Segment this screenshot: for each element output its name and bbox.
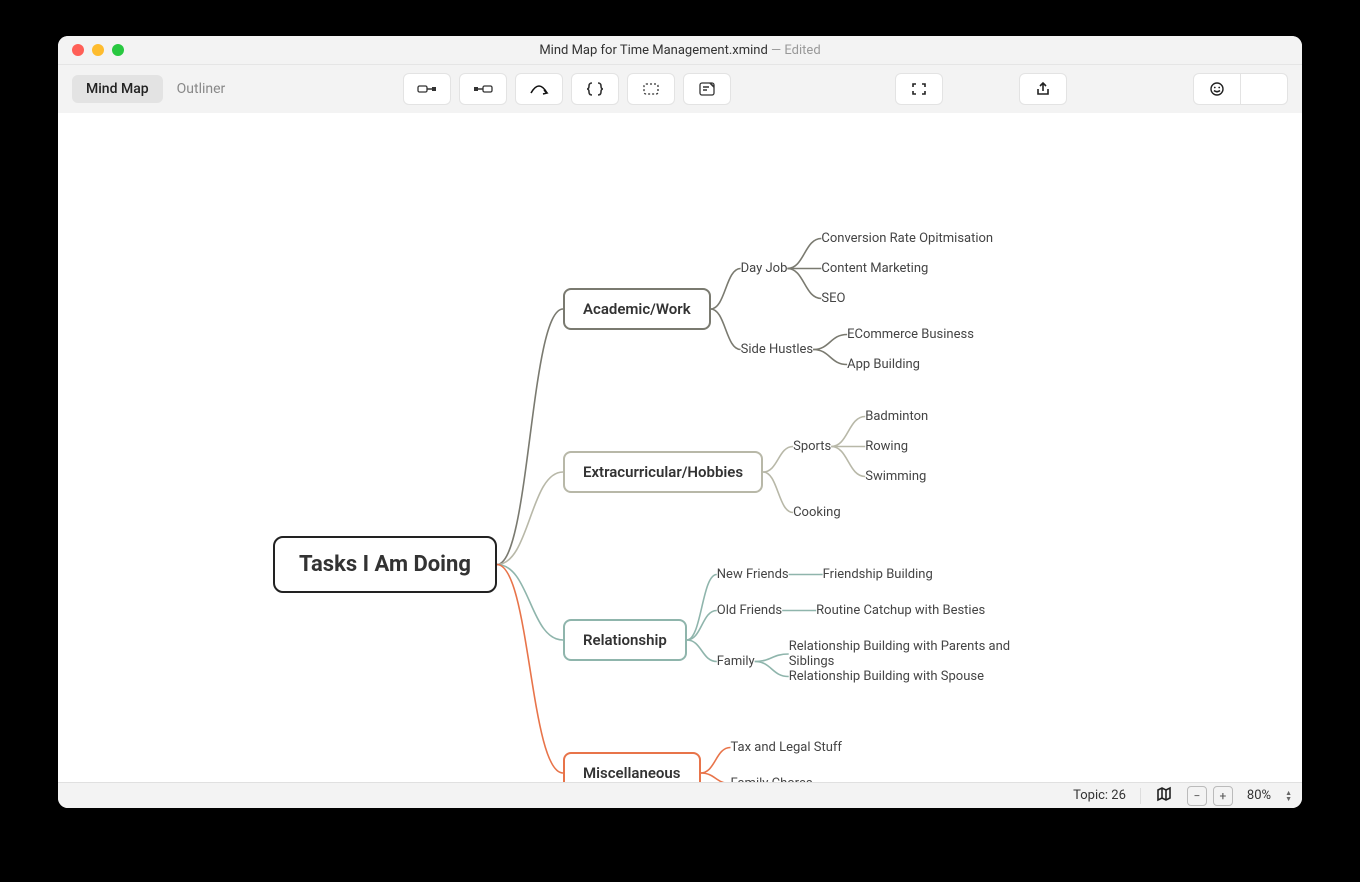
window-zoom-button[interactable]: [112, 44, 124, 56]
toolbar-center-group: [403, 73, 731, 105]
branch-b4[interactable]: Miscellaneous: [563, 752, 701, 783]
subtopic[interactable]: Sports: [793, 439, 831, 454]
subtopic[interactable]: Old Friends: [717, 603, 782, 618]
share-button[interactable]: [1019, 73, 1067, 105]
view-mode-tabs: Mind Map Outliner: [72, 75, 239, 103]
leaf-topic[interactable]: Badminton: [865, 409, 928, 424]
topic-count-label: Topic: 26: [1073, 788, 1126, 803]
window-minimize-button[interactable]: [92, 44, 104, 56]
leaf-topic[interactable]: SEO: [821, 291, 845, 306]
tab-outliner[interactable]: Outliner: [163, 75, 240, 103]
share-icon: [1034, 81, 1052, 97]
leaf-topic[interactable]: App Building: [847, 357, 920, 372]
note-button[interactable]: [683, 73, 731, 105]
smiley-icon: [1208, 81, 1226, 97]
subtopic[interactable]: Cooking: [793, 505, 841, 520]
subtopic[interactable]: Tax and Legal Stuff: [731, 740, 842, 755]
leaf-topic[interactable]: Content Marketing: [821, 261, 928, 276]
map-icon: [1155, 786, 1173, 802]
relationship-button[interactable]: [515, 73, 563, 105]
app-window: Mind Map for Time Management.xmind — Edi…: [58, 36, 1302, 808]
leaf-topic[interactable]: ECommerce Business: [847, 327, 974, 342]
window-edited-indicator: — Edited: [768, 43, 821, 58]
relationship-icon: [528, 81, 550, 97]
leaf-topic[interactable]: Rowing: [865, 439, 908, 454]
zoom-level-label: 80%: [1247, 788, 1271, 803]
zoom-in-button[interactable]: +: [1213, 786, 1233, 806]
window-title: Mind Map for Time Management.xmind — Edi…: [58, 43, 1302, 58]
status-bar: Topic: 26 − + 80% ▲▼: [58, 782, 1302, 808]
summary-button[interactable]: [571, 73, 619, 105]
boundary-button[interactable]: [627, 73, 675, 105]
format-icon: [1255, 81, 1273, 97]
tab-mind-map[interactable]: Mind Map: [72, 75, 163, 103]
mindmap-canvas[interactable]: Tasks I Am Doing Academic/Work Extracurric…: [58, 113, 1302, 783]
boundary-icon: [641, 81, 661, 97]
subtopic[interactable]: Side Hustles: [741, 342, 814, 357]
leaf-topic[interactable]: Swimming: [865, 469, 926, 484]
toolbar: Mind Map Outliner: [58, 65, 1302, 114]
subtopic[interactable]: Family: [717, 654, 755, 669]
add-subtopic-button[interactable]: [459, 73, 507, 105]
subtopic[interactable]: New Friends: [717, 567, 789, 582]
note-icon: [698, 81, 716, 97]
summary-icon: [585, 81, 605, 97]
leaf-topic[interactable]: Relationship Building with Parents and S…: [789, 639, 1019, 669]
leaf-topic[interactable]: Conversion Rate Opitmisation: [821, 231, 993, 246]
zoom-out-button[interactable]: −: [1187, 786, 1207, 806]
branch-b2[interactable]: Extracurricular/Hobbies: [563, 451, 763, 493]
subtopic[interactable]: Day Job: [741, 261, 788, 276]
zen-mode-button[interactable]: [895, 73, 943, 105]
window-close-button[interactable]: [72, 44, 84, 56]
add-subtopic-icon: [473, 81, 493, 97]
window-filename: Mind Map for Time Management.xmind: [539, 43, 767, 58]
branch-b1[interactable]: Academic/Work: [563, 288, 711, 330]
leaf-topic[interactable]: Friendship Building: [823, 567, 933, 582]
add-topic-button[interactable]: [403, 73, 451, 105]
fullscreen-icon: [910, 81, 928, 97]
central-topic[interactable]: Tasks I Am Doing: [273, 536, 497, 593]
minimap-button[interactable]: [1155, 786, 1173, 806]
format-panel-button[interactable]: [1241, 73, 1288, 105]
leaf-topic[interactable]: Routine Catchup with Besties: [816, 603, 985, 618]
add-topic-icon: [417, 81, 437, 97]
zoom-stepper[interactable]: ▲▼: [1285, 790, 1292, 802]
titlebar: Mind Map for Time Management.xmind — Edi…: [58, 36, 1302, 65]
branch-b3[interactable]: Relationship: [563, 619, 687, 661]
leaf-topic[interactable]: Relationship Building with Spouse: [789, 669, 984, 684]
insert-sticker-button[interactable]: [1193, 73, 1241, 105]
